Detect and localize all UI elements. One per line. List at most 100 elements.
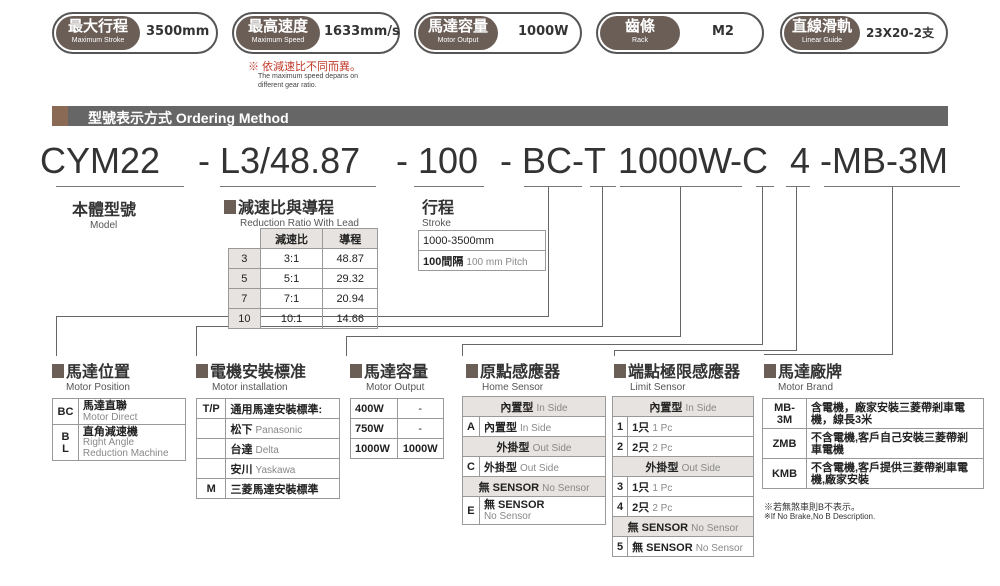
- table-row: 7 7:1 20.94: [228, 288, 378, 309]
- spec-label: 馬達容量 Motor Output: [418, 16, 498, 50]
- table-row: M 三菱馬達安裝標準: [195, 478, 340, 499]
- section-motor-position: 馬達位置 Motor Position: [52, 358, 130, 393]
- table-row: 1 1只 1 Pc: [611, 416, 754, 437]
- table-row: 750W -: [350, 418, 444, 439]
- table-row: KMB 不含電機,客戶提供三菱帶剎車電機,廠家安裝: [762, 458, 984, 489]
- underline: [414, 186, 484, 187]
- ordering-method-bar: 型號表示方式 Ordering Method: [52, 106, 948, 126]
- section-stroke: 行程 Stroke: [422, 200, 455, 229]
- connector: [196, 326, 197, 356]
- table-row: 3 3:1 48.87: [228, 248, 378, 269]
- table-row: 松下 Panasonic: [195, 418, 340, 439]
- section-marker-icon: [764, 364, 776, 378]
- underline: [56, 186, 184, 187]
- connector: [892, 187, 893, 354]
- spec-motor-output: 馬達容量 Motor Output 1000W: [414, 12, 582, 54]
- spec-value: M2: [712, 24, 734, 39]
- motor-output-table: 400W - 750W - 1000W 1000W: [350, 398, 444, 459]
- connector: [602, 187, 603, 326]
- table-row: 4 2只 2 Pc: [611, 496, 754, 517]
- underline: [756, 186, 774, 187]
- motor-install-table: T/P 通用馬達安裝標準: 松下 Panasonic 台達 Delta 安川 Ya…: [195, 398, 340, 499]
- stroke-table: 1000-3500mm 100間隔 100 mm Pitch: [418, 230, 546, 271]
- connector: [796, 187, 797, 350]
- code-position-install: - BC-T: [500, 140, 606, 181]
- spec-label: 最大行程 Maximum Stroke: [56, 16, 140, 50]
- brand-note-en: ※If No Brake,No B Description.: [764, 512, 876, 521]
- reduction-table: 減速比 導程 3 3:1 48.87 5 5:1 29.32 7 7:1 20.94 10 10…: [228, 228, 378, 329]
- spec-max-stroke: 最大行程 Maximum Stroke 3500mm: [52, 12, 218, 54]
- connector: [462, 344, 463, 356]
- bar-accent: [52, 106, 68, 126]
- table-row: 3 1只 1 Pc: [611, 476, 754, 497]
- table-row: 400W -: [350, 398, 444, 419]
- spec-value: 1000W: [518, 24, 569, 39]
- table-row: ZMB 不含電機,客戶自己安裝三菱帶剎車電機: [762, 428, 984, 459]
- section-marker-icon: [466, 364, 478, 378]
- connector: [764, 354, 893, 355]
- connector: [346, 336, 347, 356]
- connector: [346, 336, 681, 337]
- underline: [620, 186, 742, 187]
- table-row: 台達 Delta: [195, 438, 340, 459]
- spec-value: 3500mm: [146, 24, 210, 39]
- section-marker-icon: [196, 364, 208, 378]
- code-output: 1000W: [618, 140, 733, 181]
- section-motor-brand: 馬達廠牌 Motor Brand: [764, 358, 842, 393]
- section-home-sensor: 原點感應器 Home Sensor: [466, 358, 560, 393]
- section-marker-icon: [614, 364, 626, 378]
- code-model: CYM22: [40, 140, 161, 181]
- code-brand: -MB-3M: [820, 140, 948, 181]
- section-marker-icon: [350, 364, 362, 378]
- table-row: 2 2只 2 Pc: [611, 436, 754, 457]
- limit-sensor-table: 內置型 In Side 1 1只 1 Pc 2 2只 2 Pc 外掛型 Out Si…: [611, 396, 754, 557]
- table-row: 5 5:1 29.32: [228, 268, 378, 289]
- motor-brand-table: MB-3M 含電機，廠家安裝三菱帶剎車電機，線長3米 ZMB 不含電機,客戶自己安裝…: [762, 398, 984, 489]
- ordering-title: 型號表示方式 Ordering Method: [88, 110, 289, 126]
- spec-label: 直線滑軌 Linear Guide: [784, 16, 860, 50]
- underline: [220, 186, 376, 187]
- table-row: E無 SENSOR No Sensor: [462, 496, 607, 525]
- table-row: 5無 SENSOR No Sensor: [611, 536, 754, 557]
- spec-label: 齒條 Rack: [600, 16, 680, 50]
- section-marker-icon: [224, 200, 236, 214]
- section-motor-output: 馬達容量 Motor Output: [350, 358, 428, 393]
- section-motor-install: 電機安裝標准 Motor installation: [196, 358, 306, 393]
- table-row: 安川 Yaskawa: [195, 458, 340, 479]
- home-sensor-table: 內置型 In Side A 內置型 In Side 外掛型 Out Side C外…: [462, 396, 607, 525]
- table-row: BC 馬達直聯 Motor Direct: [52, 398, 187, 425]
- code-home-sensor: -C: [730, 140, 768, 181]
- spec-label: 最高速度 Maximum Speed: [236, 16, 320, 50]
- section-reduction: 減速比與導程 Reduction Ratio With Lead: [224, 194, 359, 229]
- table-row: T/P 通用馬達安裝標準:: [195, 398, 340, 419]
- connector: [680, 187, 681, 336]
- underline: [524, 186, 582, 187]
- connector: [614, 350, 615, 356]
- underline: [590, 186, 616, 187]
- table-row: A 內置型 In Side: [462, 416, 607, 437]
- table-row: MB-3M 含電機，廠家安裝三菱帶剎車電機，線長3米: [762, 398, 984, 429]
- connector: [548, 187, 549, 316]
- spec-max-speed: 最高速度 Maximum Speed 1633mm/s: [232, 12, 400, 54]
- code-stroke: - 100: [396, 140, 479, 181]
- underline: [786, 186, 810, 187]
- connector: [462, 344, 763, 345]
- section-model: 本體型號 Model: [72, 202, 137, 231]
- connector: [762, 187, 763, 344]
- spec-value: 23X20-2支: [866, 26, 934, 40]
- connector: [614, 350, 797, 351]
- motor-position-table: BC 馬達直聯 Motor Direct B L 直角減速機 Right Angle…: [52, 398, 187, 461]
- section-marker-icon: [52, 364, 64, 378]
- table-row: C 外掛型 Out Side: [462, 456, 607, 477]
- speed-note-en1: The maximum speed depans on: [258, 73, 358, 80]
- spec-rack: 齒條 Rack M2: [596, 12, 764, 54]
- code-reduction: - L3/48.87: [198, 140, 361, 181]
- code-limit-sensor: 4: [790, 140, 811, 181]
- spec-linear-guide: 直線滑軌 Linear Guide 23X20-2支: [780, 12, 948, 54]
- spec-value: 1633mm/s: [324, 24, 400, 39]
- table-row: 1000W 1000W: [350, 438, 444, 459]
- table-row: B L 直角減速機 Right Angle Reduction Machine: [52, 424, 187, 461]
- section-limit-sensor: 端點極限感應器 Limit Sensor: [614, 358, 740, 393]
- connector: [56, 316, 57, 356]
- speed-note-en2: different gear ratio.: [258, 82, 317, 89]
